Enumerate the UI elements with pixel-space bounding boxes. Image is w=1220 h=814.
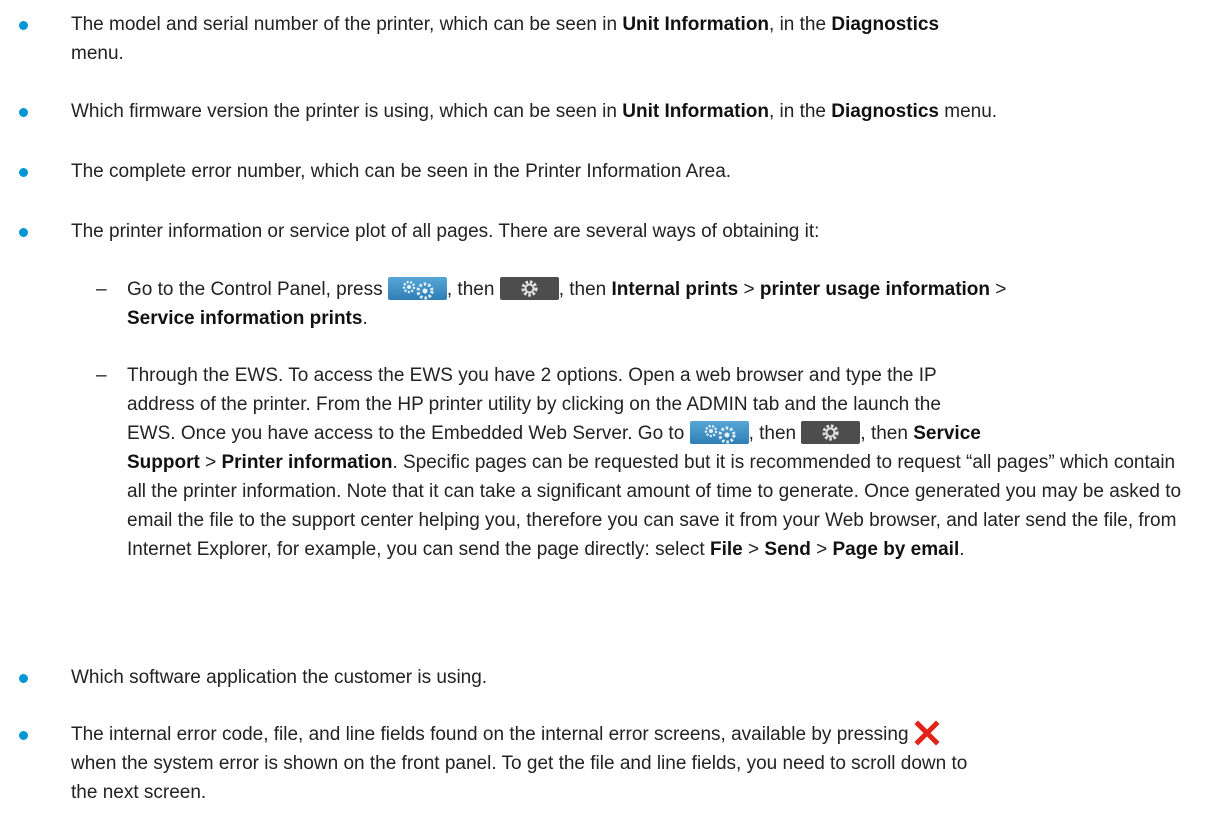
separator: > — [199, 452, 222, 473]
menu-ref-unit-information: Unit Information — [622, 14, 770, 35]
item-text: , then — [558, 279, 612, 300]
list-item-firmware: Which firmware version the printer is us… — [19, 97, 1191, 126]
item-text: The printer information or service plot … — [71, 221, 820, 242]
item-text: , in the — [768, 101, 832, 122]
item-text: menu. — [938, 101, 998, 122]
item-text: , then — [446, 279, 500, 300]
separator: > — [738, 279, 760, 300]
menu-ref-support: Support — [127, 452, 200, 473]
list-item-internal-error-code: The internal error code, file, and line … — [19, 720, 1191, 807]
list-item-software-application: Which software application the customer … — [19, 663, 1191, 692]
item-text: The internal error code, file, and line … — [71, 724, 914, 745]
menu-ref-service-information-prints: Service information prints — [127, 308, 363, 329]
item-text: . — [959, 539, 965, 560]
close-x-icon — [914, 720, 940, 746]
item-text: . — [362, 308, 368, 329]
list-item-service-plot: The printer information or service plot … — [19, 217, 1191, 246]
item-text: menu. — [71, 43, 124, 64]
sub-item-ews: – Through the EWS. To access the EWS you… — [96, 361, 1187, 564]
item-text: , then — [860, 423, 914, 444]
item-text: Which software application the customer … — [71, 667, 488, 688]
item-text: when the system error is shown on the fr… — [71, 753, 968, 774]
menu-ref-diagnostics: Diagnostics — [831, 14, 940, 35]
menu-ref-send: Send — [764, 539, 811, 560]
item-text: address of the printer. From the HP prin… — [127, 394, 941, 415]
separator: > — [742, 539, 765, 560]
menu-ref-unit-information: Unit Information — [622, 101, 769, 122]
menu-ref-diagnostics: Diagnostics — [831, 101, 939, 122]
list-item-model-serial: The model and serial number of the print… — [19, 10, 1191, 68]
dash-marker: – — [96, 365, 107, 386]
item-text: The model and serial number of the print… — [71, 14, 623, 35]
gear-icon — [801, 421, 861, 444]
item-text: the next screen. — [71, 782, 207, 803]
list-item-error-number: The complete error number, which can be … — [19, 157, 1191, 186]
item-text: Which firmware version the printer is us… — [71, 101, 623, 122]
gear-icon — [499, 277, 559, 300]
menu-ref-internal-prints: Internal prints — [611, 279, 739, 300]
menu-ref-page-by-email: Page by email — [832, 539, 960, 560]
dash-marker: – — [96, 279, 107, 300]
settings-gears-icon — [689, 421, 749, 444]
item-text: EWS. Once you have access to the Embedde… — [127, 423, 690, 444]
menu-ref-file: File — [710, 539, 743, 560]
item-text: The complete error number, which can be … — [71, 161, 732, 182]
item-text: , then — [748, 423, 802, 444]
item-text: , in the — [769, 14, 832, 35]
sub-item-control-panel: – Go to the Control Panel, press , then … — [96, 275, 1187, 333]
menu-ref-service: Service — [913, 423, 981, 444]
menu-ref-printer-usage-information: printer usage information — [759, 279, 991, 300]
separator: > — [810, 539, 833, 560]
separator: > — [990, 279, 1007, 300]
settings-gears-icon — [387, 277, 447, 300]
menu-ref-printer-information: Printer information — [221, 452, 393, 473]
item-text: Through the EWS. To access the EWS you h… — [127, 365, 937, 386]
item-text: Go to the Control Panel, press — [127, 279, 388, 300]
